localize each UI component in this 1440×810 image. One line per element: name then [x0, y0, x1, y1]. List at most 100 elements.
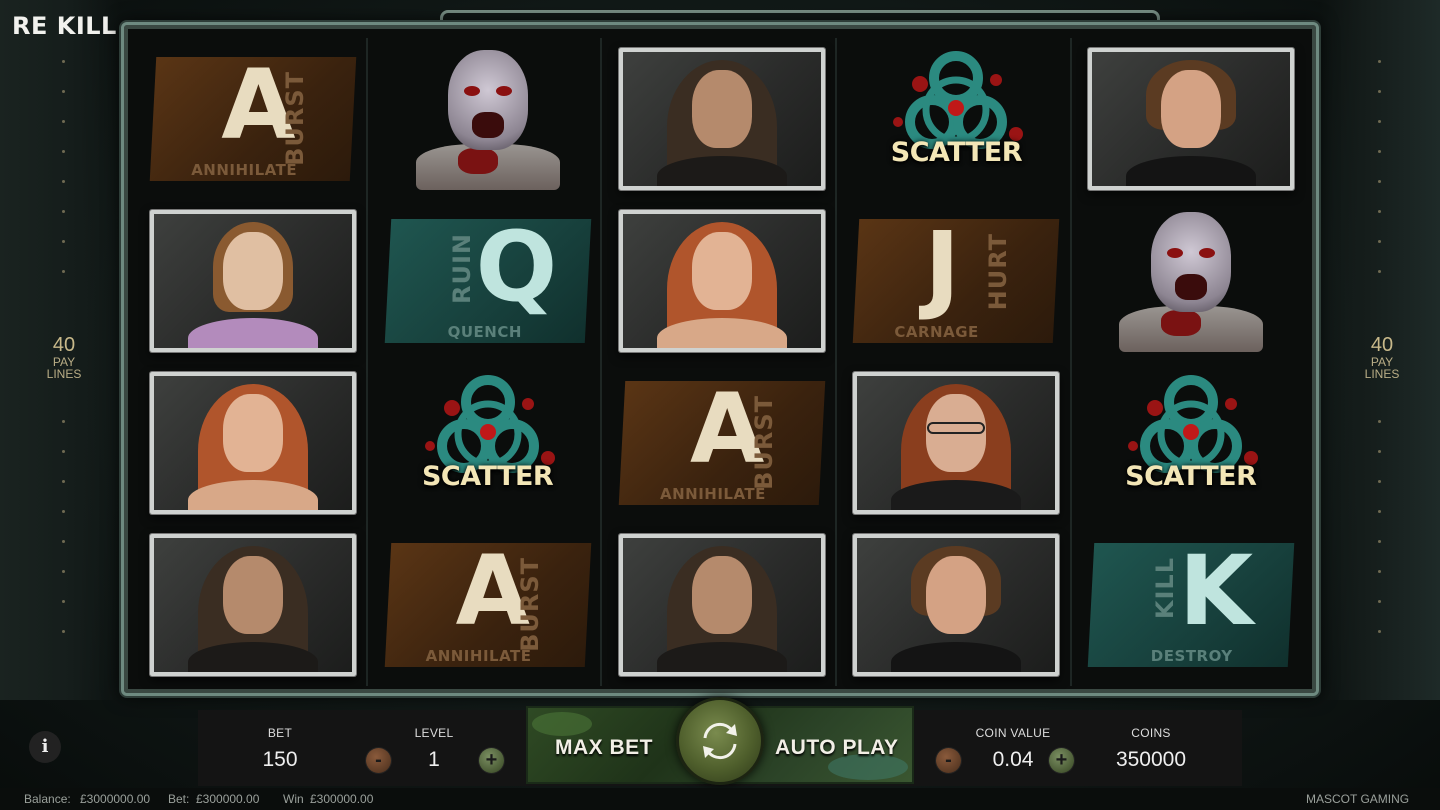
payline-dot	[62, 480, 65, 483]
payline-dot	[1378, 510, 1381, 513]
level-decrease-button[interactable]: -	[366, 748, 391, 773]
payline-dot	[62, 120, 65, 123]
reel-cell: SCATTER	[839, 38, 1073, 200]
blood-stain	[1160, 310, 1201, 336]
payline-dot	[62, 630, 65, 633]
symbol-woman-with-glasses	[853, 372, 1060, 514]
reel-cell	[136, 524, 370, 686]
payline-dot	[62, 150, 65, 153]
biohazard-icon	[893, 51, 1024, 149]
payline-dot	[1378, 420, 1381, 423]
level-label: LEVEL	[414, 726, 454, 740]
symbol-red-haired-woman	[618, 210, 825, 352]
payline-markers-right	[1378, 60, 1382, 660]
symbol-letter-a: A BURST ANNIHILATE	[384, 535, 592, 675]
reel-grid: A BURST ANNIHILATE SCATTER Q RUIN QUENCH J HURT C…	[136, 38, 1308, 686]
zombie-mouth	[471, 112, 504, 138]
win-label: Win	[283, 792, 304, 806]
payline-dot	[62, 180, 65, 183]
coin-value-decrease-button[interactable]: -	[936, 748, 961, 773]
reel-cell	[605, 38, 839, 200]
symbol-letter: K	[1178, 535, 1254, 647]
scatter-label: SCATTER	[890, 137, 1023, 168]
payline-dot	[1378, 540, 1381, 543]
symbol-red-haired-woman	[150, 372, 357, 514]
reel-cell: SCATTER	[370, 362, 604, 524]
portrait-face	[691, 556, 752, 634]
payline-dot	[1378, 270, 1381, 273]
coins-value: 350000	[1115, 748, 1187, 771]
symbol-scatter: SCATTER	[876, 44, 1036, 194]
symbol-young-man	[853, 534, 1060, 676]
reel-cell	[839, 362, 1073, 524]
payline-dot	[1378, 480, 1381, 483]
payline-dot	[62, 450, 65, 453]
payline-dot	[1378, 240, 1381, 243]
portrait-face	[223, 232, 284, 310]
payline-dot	[1378, 570, 1381, 573]
spin-button[interactable]	[676, 697, 764, 785]
payline-dot	[62, 600, 65, 603]
symbol-girl	[150, 210, 357, 352]
payline-dot	[62, 570, 65, 573]
payline-markers-left	[62, 60, 66, 660]
reel-cell	[605, 200, 839, 362]
symbol-vertical-word: RUIN	[447, 233, 476, 304]
payline-dot	[1378, 600, 1381, 603]
scatter-label: SCATTER	[1125, 461, 1257, 492]
reel-cell: K KILL DESTROY	[1074, 524, 1308, 686]
level-display: LEVEL 1	[404, 726, 464, 772]
payline-dot	[62, 90, 65, 93]
bet-display: BET 150	[250, 726, 310, 772]
bet-total-value: £300000.00	[196, 792, 260, 806]
portrait-face	[691, 70, 752, 148]
payline-dot	[62, 270, 65, 273]
symbol-zombie	[1111, 206, 1271, 356]
auto-play-button[interactable]: AUTO PLAY	[775, 736, 899, 760]
portrait-shoulders	[656, 318, 787, 348]
reel-cell	[605, 524, 839, 686]
info-button[interactable]: i	[29, 731, 61, 763]
payline-dot	[1378, 630, 1381, 633]
portrait-shoulders	[188, 642, 319, 672]
symbol-caption: DESTROY	[1150, 647, 1233, 665]
portrait-shoulders	[1125, 156, 1256, 186]
symbol-letter-a: A BURST ANNIHILATE	[149, 49, 357, 189]
payline-dot	[62, 420, 65, 423]
spin-arrows-icon	[703, 722, 737, 760]
balance-value: £3000000.00	[80, 792, 151, 806]
max-bet-button[interactable]: MAX BET	[555, 736, 653, 760]
biohazard-icon	[1127, 375, 1258, 473]
symbol-letter-q: Q RUIN QUENCH	[384, 211, 592, 351]
level-increase-button[interactable]: +	[479, 748, 504, 773]
symbol-vertical-word: BURST	[749, 395, 778, 490]
symbol-letter-k: K KILL DESTROY	[1087, 535, 1295, 675]
symbol-vertical-word: HURT	[984, 233, 1013, 311]
coin-value-increase-button[interactable]: +	[1049, 748, 1074, 773]
biohazard-icon	[424, 375, 555, 473]
symbol-letter: J	[924, 211, 961, 323]
reel-cell	[1074, 38, 1308, 200]
reel-cell: A BURST ANNIHILATE	[605, 362, 839, 524]
symbol-zombie	[408, 44, 568, 194]
portrait-face	[223, 556, 284, 634]
symbol-letter-a: A BURST ANNIHILATE	[618, 373, 826, 513]
portrait-shoulders	[891, 480, 1022, 510]
symbol-caption: ANNIHILATE	[425, 647, 532, 665]
reel-cell	[136, 200, 370, 362]
reel-cell: A BURST ANNIHILATE	[370, 524, 604, 686]
payline-dot	[62, 540, 65, 543]
bet-value: 150	[262, 748, 298, 771]
reel-cell	[370, 38, 604, 200]
symbol-letter: Q	[475, 211, 558, 323]
symbol-caption: ANNIHILATE	[659, 485, 766, 503]
payline-dot	[62, 240, 65, 243]
blood-stain	[457, 148, 498, 174]
portrait-face	[223, 394, 284, 472]
paylines-count: 40	[1370, 334, 1394, 356]
portrait-face	[691, 232, 752, 310]
symbol-bearded-man	[150, 534, 357, 676]
portrait-shoulders	[656, 642, 787, 672]
coins-display: COINS 350000	[1096, 726, 1206, 772]
bet-total-label: Bet:	[168, 792, 190, 806]
